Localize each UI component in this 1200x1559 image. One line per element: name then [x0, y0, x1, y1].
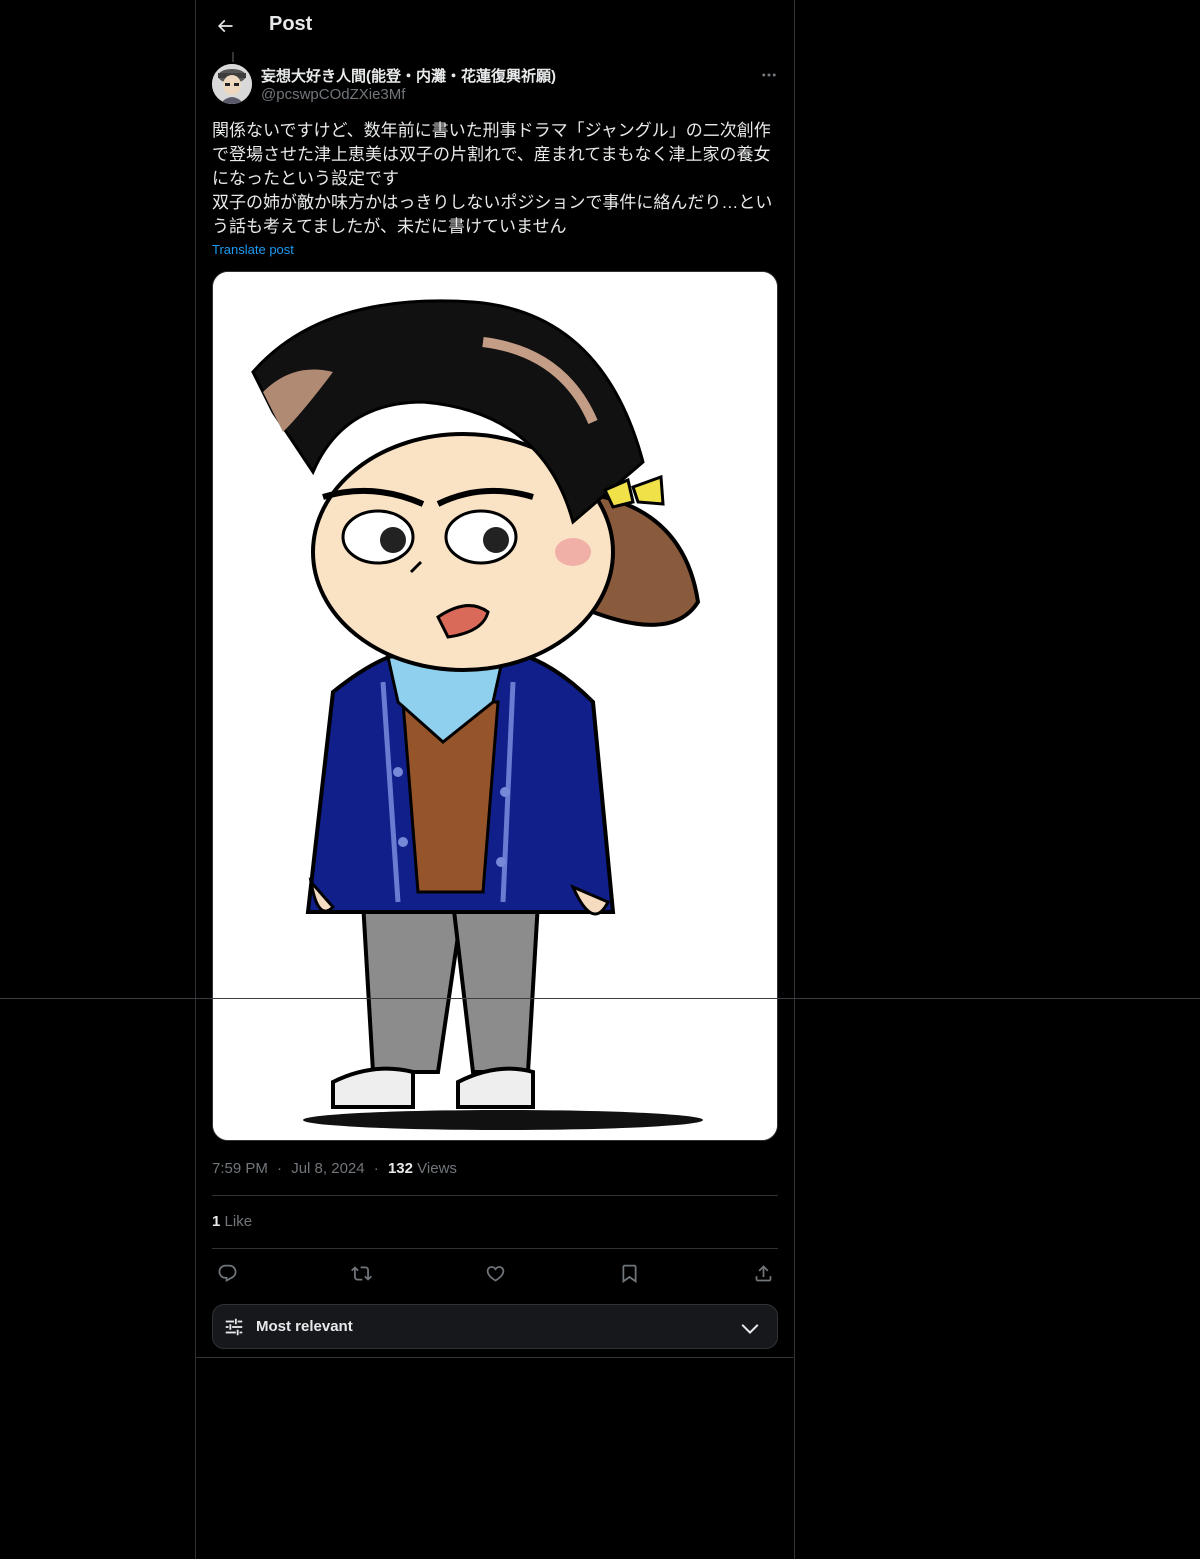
primary-column: Post 妄想大好き人間(能登・内灘・花蓮復興祈願) @pcswpCOdZXie…	[195, 0, 795, 1559]
post-text-line: になったという設定です	[212, 169, 399, 188]
like-icon	[486, 1265, 504, 1282]
page-header: Post	[196, 0, 794, 53]
sort-label: Most relevant	[256, 1318, 353, 1335]
avatar-illustration	[212, 64, 252, 104]
like-button[interactable]	[480, 1258, 510, 1288]
meta-separator: ·	[373, 1160, 379, 1177]
author-handle[interactable]: @pcswpCOdZXie3Mf	[261, 86, 405, 103]
likes-label: Like	[224, 1213, 253, 1230]
thread-connector	[232, 52, 234, 62]
page-title: Post	[269, 13, 313, 35]
divider	[212, 1195, 778, 1196]
more-options-button[interactable]	[754, 64, 784, 86]
reply-button[interactable]	[212, 1258, 242, 1288]
back-button[interactable]	[208, 9, 242, 43]
author-display-name[interactable]: 妄想大好き人間(能登・内灘・花蓮復興祈願)	[261, 65, 556, 86]
post-text-line: 双子の姉が敵か味方かはっきりしないポジションで事件に絡んだり…とい	[212, 193, 773, 212]
translate-post-link[interactable]: Translate post	[212, 242, 294, 257]
reply-icon	[218, 1264, 236, 1282]
avatar[interactable]	[212, 64, 252, 104]
repost-icon	[350, 1265, 372, 1281]
post-text-line: で登場させた津上恵美は双子の片割れで、産まれてまもなく津上家の養女	[212, 145, 771, 164]
likes-summary[interactable]: 1 Like	[212, 1213, 252, 1230]
post-text-line: 関係ないですけど、数年前に書いた刑事ドラマ「ジャングル」の二次創作	[212, 121, 771, 140]
views-label: Views	[417, 1160, 457, 1177]
share-button[interactable]	[748, 1258, 778, 1288]
views-count: 132	[387, 1160, 413, 1177]
repost-button[interactable]	[346, 1258, 376, 1288]
illustration-image	[213, 272, 777, 1140]
bookmark-icon	[622, 1264, 636, 1283]
share-icon	[755, 1264, 771, 1281]
arrow-left-icon	[217, 19, 233, 33]
reply-sort-dropdown[interactable]: Most relevant	[212, 1304, 778, 1349]
sliders-icon	[225, 1318, 243, 1336]
action-bar	[212, 1258, 778, 1288]
post-text: 関係ないですけど、数年前に書いた刑事ドラマ「ジャングル」の二次創作 で登場させた…	[212, 119, 778, 239]
section-divider	[196, 1357, 794, 1358]
divider	[212, 1248, 778, 1249]
chevron-down-icon	[741, 1324, 759, 1335]
likes-count: 1	[212, 1213, 221, 1230]
post-metadata: 7:59 PM · Jul 8, 2024 · 132 Views	[212, 1160, 457, 1177]
more-horizontal-icon	[762, 73, 776, 77]
post-media[interactable]	[212, 271, 778, 1141]
bookmark-button[interactable]	[614, 1258, 644, 1288]
post-date[interactable]: Jul 8, 2024	[291, 1160, 364, 1177]
post-time[interactable]: 7:59 PM	[212, 1160, 268, 1177]
post-text-line: う話も考えてましたが、未だに書けていません	[212, 217, 567, 236]
meta-separator: ·	[277, 1160, 283, 1177]
